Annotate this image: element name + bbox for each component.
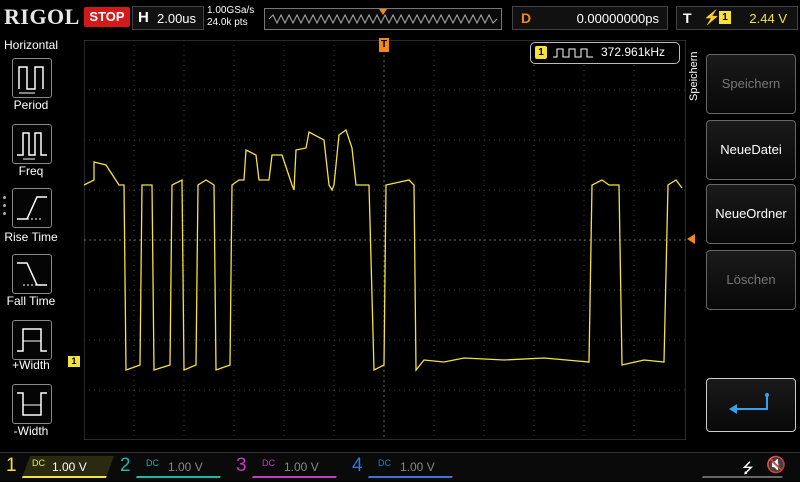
channel2-scale: 1.00 V: [168, 460, 203, 474]
sample-rate: 1.00GSa/s: [207, 5, 255, 16]
freq-button[interactable]: [12, 124, 52, 164]
channel2-coupling: DC: [146, 458, 159, 468]
horizontal-label: H: [138, 9, 149, 26]
negative-width-label: -Width: [13, 424, 49, 438]
trigger-source: 1: [719, 11, 731, 24]
delay-label: D: [521, 10, 532, 26]
negative-width-icon: [17, 392, 47, 416]
channel2-number[interactable]: 2: [120, 455, 131, 477]
memory-depth: 24.0k pts: [207, 17, 248, 28]
fall-time-icon: [17, 262, 47, 286]
trigger-box[interactable]: T ⚡ 1 2.44 V: [676, 6, 798, 30]
return-arrow-icon: [729, 393, 769, 414]
menu-title: Speichern: [688, 51, 700, 101]
save-button[interactable]: Speichern: [706, 54, 796, 114]
memory-position-bar[interactable]: [264, 8, 502, 30]
page-dot: [3, 196, 6, 199]
channel4-scale: 1.00 V: [400, 460, 435, 474]
brand-logo: RIGOL: [4, 4, 80, 29]
horizontal-scale-value: 2.00us: [157, 11, 197, 26]
channel4-coupling: DC: [378, 458, 391, 468]
rise-time-label: Rise Time: [4, 230, 58, 244]
run-stop-button[interactable]: STOP: [84, 7, 130, 27]
waveform-display[interactable]: [84, 40, 686, 440]
return-button[interactable]: [706, 378, 796, 432]
freq-label: Freq: [18, 164, 44, 178]
frequency-counter: 1 372.961kHz: [530, 42, 680, 64]
positive-width-icon: [17, 328, 47, 352]
positive-width-button[interactable]: [12, 320, 52, 360]
new-folder-button[interactable]: NeueOrdner: [706, 184, 796, 244]
delete-button[interactable]: Löschen: [706, 250, 796, 310]
negative-width-button[interactable]: [12, 384, 52, 424]
speaker-mute-icon[interactable]: 🔇: [766, 455, 786, 475]
horizontal-scale-box[interactable]: H 2.00us: [132, 6, 204, 30]
trigger-position-marker[interactable]: T: [379, 38, 389, 52]
pulse-wave-icon: [553, 48, 593, 58]
delay-box[interactable]: D 0.00000000ps: [512, 6, 668, 30]
rise-time-icon: [17, 196, 47, 220]
page-dot: [3, 212, 6, 215]
channel1-number[interactable]: 1: [6, 455, 17, 477]
trigger-level: 2.44 V: [749, 11, 787, 26]
page-dot: [3, 204, 6, 207]
channel1-offset-marker[interactable]: 1: [68, 356, 80, 367]
channel1-coupling: DC: [32, 458, 45, 468]
usb-icon: ⭍: [742, 460, 754, 476]
rise-time-button[interactable]: [12, 188, 52, 228]
positive-width-label: +Width: [12, 358, 50, 372]
counter-channel: 1: [535, 46, 547, 59]
trigger-label: T: [683, 10, 692, 26]
period-icon: [18, 66, 44, 94]
channel4-number[interactable]: 4: [352, 455, 363, 477]
memory-trigger-marker: [379, 9, 387, 15]
delay-value: 0.00000000ps: [576, 11, 659, 26]
memory-waveform-preview: [268, 9, 498, 25]
channel3-number[interactable]: 3: [236, 455, 247, 477]
channel3-scale: 1.00 V: [284, 460, 319, 474]
freq-icon: [17, 132, 47, 160]
channel1-trace: [84, 128, 683, 372]
period-label: Period: [13, 98, 49, 112]
left-menu-title: Horizontal: [3, 38, 59, 52]
fall-time-label: Fall Time: [6, 294, 56, 308]
period-button[interactable]: [12, 58, 52, 98]
channel3-coupling: DC: [262, 458, 275, 468]
new-file-button[interactable]: NeueDatei: [706, 120, 796, 180]
channel1-scale: 1.00 V: [52, 460, 87, 474]
fall-time-button[interactable]: [12, 254, 52, 294]
rising-edge-icon: ⚡: [703, 9, 721, 25]
frequency-value: 372.961kHz: [601, 45, 666, 59]
